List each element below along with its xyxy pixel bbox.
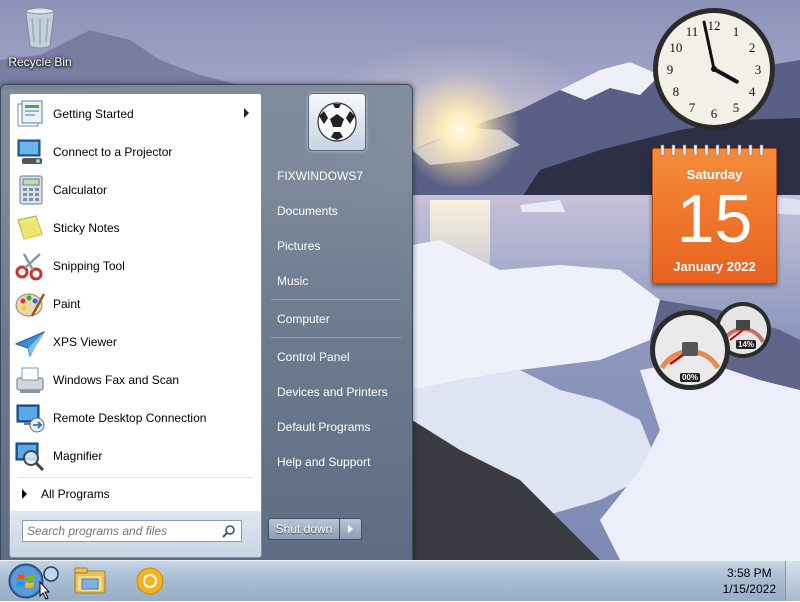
clock-numeral: 11 xyxy=(686,24,699,39)
user-folder-link[interactable]: FIXWINDOWS7 xyxy=(269,163,415,189)
search-icon[interactable] xyxy=(222,524,236,538)
clock-numeral: 3 xyxy=(755,62,762,77)
start-menu-programs-pane: Getting Started Connect to a Projector C… xyxy=(9,93,262,513)
start-item-label: Paint xyxy=(53,297,81,311)
start-item-getting-started[interactable]: Getting Started xyxy=(12,96,259,132)
start-item-calculator[interactable]: Calculator xyxy=(12,172,259,208)
magnifier-icon xyxy=(15,442,45,472)
taskbar-chrome[interactable] xyxy=(124,563,176,599)
start-item-fax-scan[interactable]: Windows Fax and Scan xyxy=(12,362,259,398)
start-item-label: Getting Started xyxy=(53,107,134,121)
start-item-label: Calculator xyxy=(53,183,108,197)
help-support-link[interactable]: Help and Support xyxy=(269,449,415,475)
clock-numeral: 8 xyxy=(673,84,680,99)
all-programs-label: All Programs xyxy=(41,487,110,501)
clock-numeral: 5 xyxy=(733,100,740,115)
clock-numeral: 7 xyxy=(689,100,696,115)
pictures-link[interactable]: Pictures xyxy=(269,233,415,259)
search-input[interactable] xyxy=(22,520,242,542)
all-programs-arrow-icon xyxy=(22,489,27,499)
calendar-day: 15 xyxy=(676,181,753,257)
cpu-usage-readout: 00% xyxy=(680,373,701,382)
clock-numeral: 6 xyxy=(711,106,718,121)
projector-icon xyxy=(17,139,42,164)
clock-numeral: 10 xyxy=(669,40,682,55)
start-item-xps-viewer[interactable]: XPS Viewer xyxy=(12,324,259,360)
calculator-icon xyxy=(19,175,43,205)
calendar-rings xyxy=(660,144,764,155)
user-avatar[interactable] xyxy=(308,93,366,151)
clock-numeral: 9 xyxy=(667,62,674,77)
scissors-icon xyxy=(15,253,43,281)
start-item-label: Sticky Notes xyxy=(53,221,120,235)
soccer-ball-icon xyxy=(317,102,357,142)
recycle-bin-label: Recycle Bin xyxy=(8,55,72,69)
control-panel-link[interactable]: Control Panel xyxy=(269,344,415,370)
show-desktop-button[interactable] xyxy=(785,561,800,601)
start-item-connect-projector[interactable]: Connect to a Projector xyxy=(12,134,259,170)
sticky-notes-icon xyxy=(17,215,43,240)
clock-numeral: 12 xyxy=(708,18,721,33)
start-item-sticky-notes[interactable]: Sticky Notes xyxy=(12,210,259,246)
taskbar-explorer[interactable] xyxy=(64,563,116,599)
memory-usage-readout: 14% xyxy=(736,340,757,349)
default-programs-link[interactable]: Default Programs xyxy=(269,414,415,440)
music-link[interactable]: Music xyxy=(269,268,415,294)
computer-link[interactable]: Computer xyxy=(269,306,415,332)
palette-icon xyxy=(15,293,46,317)
desktop-icon-recycle-bin[interactable]: Recycle Bin xyxy=(6,6,74,69)
taskbar-time: 3:58 PM xyxy=(726,566,772,580)
right-divider xyxy=(271,337,401,338)
start-item-label: Connect to a Projector xyxy=(53,145,173,159)
fax-icon xyxy=(16,367,44,393)
submenu-arrow-icon[interactable] xyxy=(244,108,249,118)
taskbar: 3:58 PM 1/15/2022 xyxy=(0,560,800,601)
start-item-remote-desktop[interactable]: Remote Desktop Connection xyxy=(12,400,259,436)
clock-numeral: 4 xyxy=(749,84,756,99)
start-item-label: Magnifier xyxy=(53,449,103,463)
recycle-bin-icon xyxy=(25,7,55,49)
start-button[interactable] xyxy=(4,562,62,600)
all-programs-button[interactable]: All Programs xyxy=(12,482,259,506)
windows-explorer-icon xyxy=(74,567,106,594)
clock-numeral: 2 xyxy=(749,40,756,55)
start-item-label: Snipping Tool xyxy=(53,259,125,273)
shutdown-button[interactable]: Shut down xyxy=(268,518,340,540)
clock-numeral: 1 xyxy=(733,24,740,39)
cpu-meter-dials xyxy=(650,302,771,390)
start-search-area xyxy=(9,511,262,558)
start-item-magnifier[interactable]: Magnifier xyxy=(12,438,259,474)
clock-gadget[interactable]: 1234567891011 12 xyxy=(650,5,778,133)
programs-divider xyxy=(18,477,253,478)
start-item-label: XPS Viewer xyxy=(53,335,117,349)
taskbar-date: 1/15/2022 xyxy=(722,582,776,596)
start-item-label: Windows Fax and Scan xyxy=(53,373,180,387)
start-item-snipping-tool[interactable]: Snipping Tool xyxy=(12,248,259,284)
right-divider xyxy=(271,299,401,300)
start-item-paint[interactable]: Paint xyxy=(12,286,259,322)
calendar-month-year: January 2022 xyxy=(673,259,756,274)
calendar-gadget[interactable]: Saturday 15 January 2022 xyxy=(652,144,777,284)
xps-viewer-icon xyxy=(14,330,46,358)
chrome-icon xyxy=(136,567,164,595)
calendar-weekday: Saturday xyxy=(686,167,743,182)
shutdown-options-button[interactable] xyxy=(340,518,362,540)
start-item-label: Remote Desktop Connection xyxy=(53,411,207,425)
devices-printers-link[interactable]: Devices and Printers xyxy=(269,379,415,405)
system-clock[interactable]: 3:58 PM 1/15/2022 xyxy=(723,565,776,597)
cpu-meter-gadget[interactable]: 00% 14% xyxy=(650,300,776,399)
start-menu: Getting Started Connect to a Projector C… xyxy=(0,84,413,564)
getting-started-icon xyxy=(17,100,43,127)
remote-desktop-icon xyxy=(16,404,45,433)
documents-link[interactable]: Documents xyxy=(269,198,415,224)
